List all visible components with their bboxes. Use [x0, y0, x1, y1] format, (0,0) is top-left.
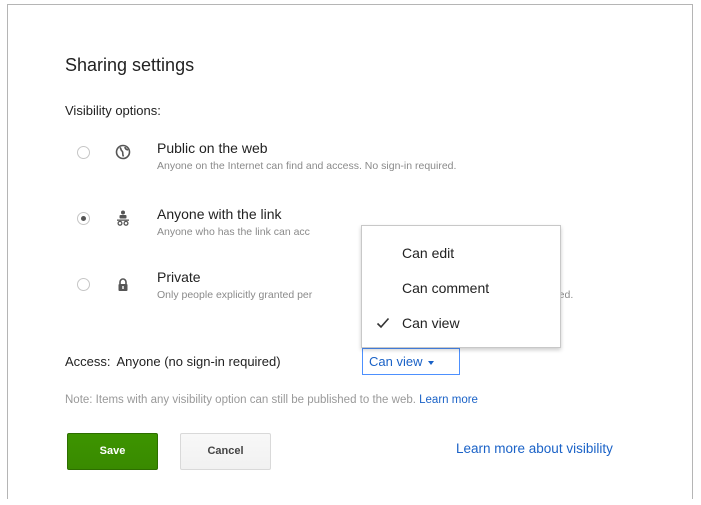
note-text: Note: Items with any visibility option c… — [65, 394, 416, 406]
access-label: Access: — [65, 354, 111, 369]
menu-item-can-view[interactable]: Can view — [362, 308, 560, 338]
radio-anyone-with-link[interactable] — [77, 212, 90, 225]
radio-private[interactable] — [77, 278, 90, 291]
menu-item-label: Can edit — [402, 245, 455, 261]
access-level-selected: Can view — [369, 354, 423, 369]
menu-item-label: Can comment — [402, 280, 490, 296]
menu-item-can-comment[interactable]: Can comment — [362, 273, 560, 303]
option-title: Private — [157, 269, 201, 285]
globe-icon — [115, 144, 131, 160]
learn-more-link[interactable]: Learn more — [419, 394, 478, 406]
option-description: Anyone who has the link can acc — [157, 226, 310, 238]
access-row: Access: Anyone (no sign-in required) — [65, 354, 281, 369]
option-description: Only people explicitly granted per — [157, 289, 313, 301]
option-title: Anyone with the link — [157, 206, 282, 222]
publish-note: Note: Items with any visibility option c… — [65, 394, 478, 406]
radio-public[interactable] — [77, 146, 90, 159]
dialog-title: Sharing settings — [65, 55, 195, 75]
access-level-menu: Can edit Can comment Can view — [361, 225, 561, 348]
option-description: Anyone on the Internet can find and acce… — [157, 160, 457, 172]
option-title: Public on the web — [157, 140, 268, 156]
cancel-button[interactable]: Cancel — [180, 433, 271, 470]
menu-item-label: Can view — [402, 315, 460, 331]
sharing-settings-dialog: Sharing settings Visibility options: Pub… — [7, 4, 693, 499]
access-level-dropdown[interactable]: Can view — [362, 348, 460, 375]
learn-more-about-visibility-link[interactable]: Learn more about visibility — [456, 441, 613, 456]
link-person-icon — [117, 210, 129, 226]
visibility-options-label: Visibility options: — [65, 103, 161, 118]
access-value: Anyone (no sign-in required) — [116, 354, 281, 369]
save-button[interactable]: Save — [67, 433, 158, 470]
checkmark-icon — [376, 317, 390, 329]
chevron-down-icon — [428, 360, 435, 365]
option-public-on-web[interactable]: Public on the web Anyone on the Internet… — [65, 140, 585, 180]
menu-item-can-edit[interactable]: Can edit — [362, 238, 560, 268]
lock-icon — [118, 278, 128, 291]
